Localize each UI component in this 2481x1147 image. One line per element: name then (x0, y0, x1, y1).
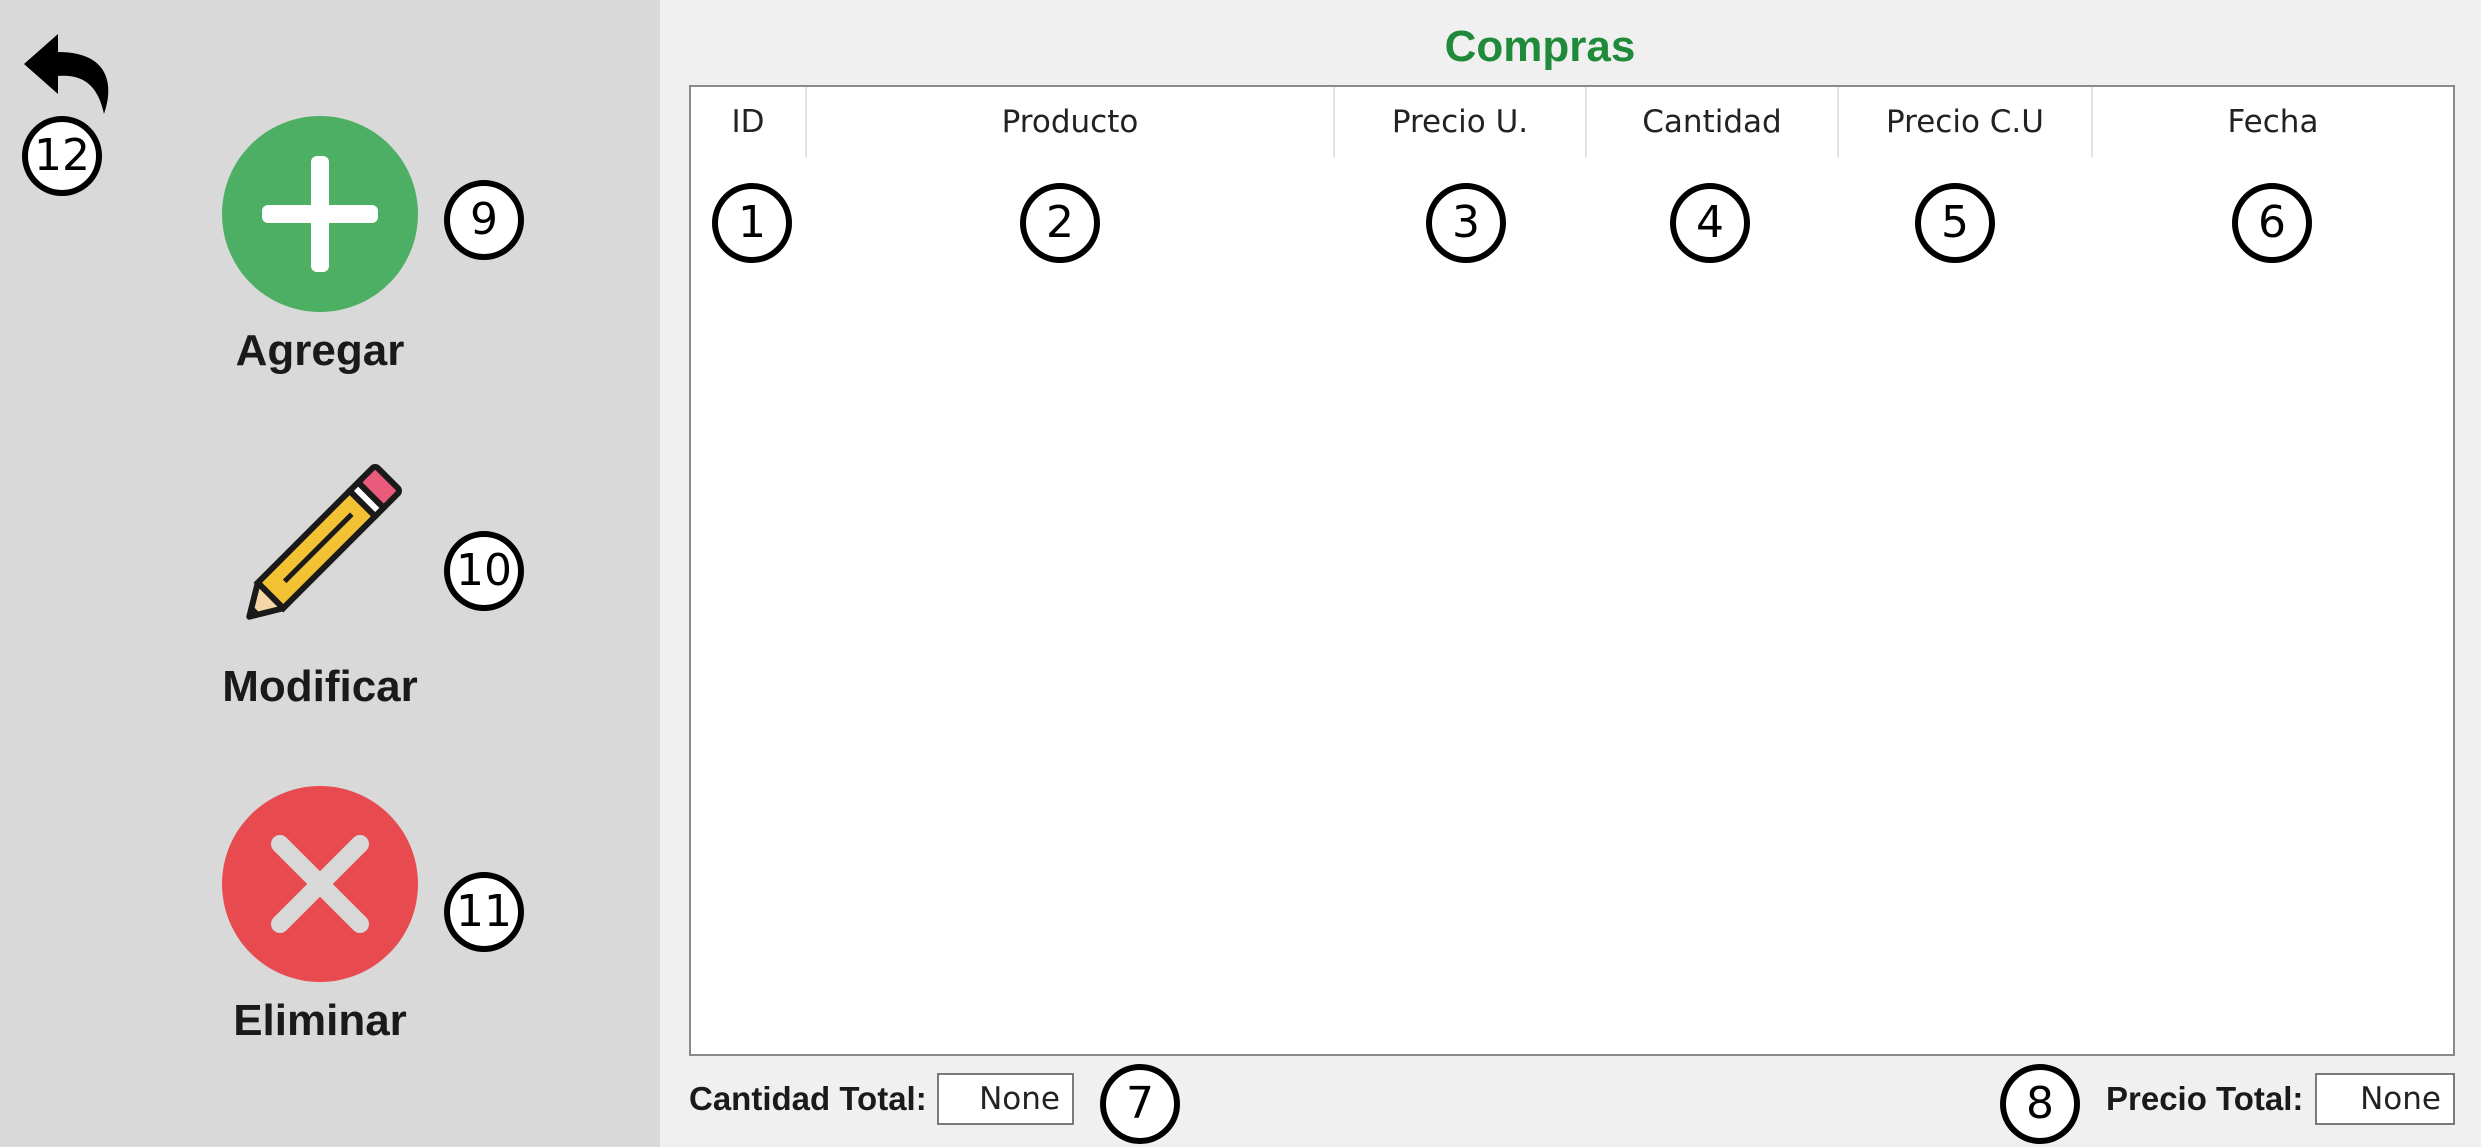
plus-circle-icon (222, 116, 418, 312)
annotation-badge: 2 (1020, 183, 1100, 263)
sidebar: 12 Agregar 9 Modificar 10 Eliminar 11 (0, 0, 660, 1147)
pencil-icon (220, 446, 420, 646)
page-title: Compras (1444, 22, 1636, 71)
cantidad-total-field: None (937, 1073, 1074, 1125)
back-button[interactable] (22, 30, 118, 120)
annotation-badge: 9 (444, 180, 524, 260)
annotation-badge: 10 (444, 531, 524, 611)
annotation-badge: 6 (2232, 183, 2312, 263)
add-button[interactable]: Agregar (215, 116, 425, 376)
column-header-producto[interactable]: Producto (807, 87, 1335, 157)
annotation-badge: 7 (1100, 1064, 1180, 1144)
delete-button-label: Eliminar (233, 996, 407, 1045)
column-header-id[interactable]: ID (691, 87, 807, 157)
delete-button[interactable]: Eliminar (215, 786, 425, 1046)
annotation-badge: 5 (1915, 183, 1995, 263)
annotation-badge: 1 (712, 183, 792, 263)
add-button-label: Agregar (235, 326, 405, 375)
annotation-badge: 8 (2000, 1064, 2080, 1144)
annotation-badge: 11 (444, 872, 524, 952)
column-header-fecha[interactable]: Fecha (2093, 87, 2453, 157)
column-header-precio-cu[interactable]: Precio C.U (1839, 87, 2093, 157)
annotation-badge: 3 (1426, 183, 1506, 263)
undo-arrow-icon (24, 34, 109, 114)
column-header-precio-u[interactable]: Precio U. (1335, 87, 1587, 157)
modify-button-label: Modificar (222, 662, 418, 711)
annotation-badge: 4 (1670, 183, 1750, 263)
cantidad-total-label: Cantidad Total: (689, 1080, 927, 1117)
table-header: ID Producto Precio U. Cantidad Precio C.… (691, 87, 2453, 157)
annotation-badge: 12 (22, 116, 102, 196)
precio-total-field: None (2315, 1073, 2455, 1125)
modify-button[interactable]: Modificar (215, 446, 425, 712)
precio-total-label: Precio Total: (2106, 1080, 2304, 1117)
x-circle-icon (222, 786, 418, 982)
purchases-table[interactable]: ID Producto Precio U. Cantidad Precio C.… (689, 85, 2455, 1056)
column-header-cantidad[interactable]: Cantidad (1587, 87, 1839, 157)
